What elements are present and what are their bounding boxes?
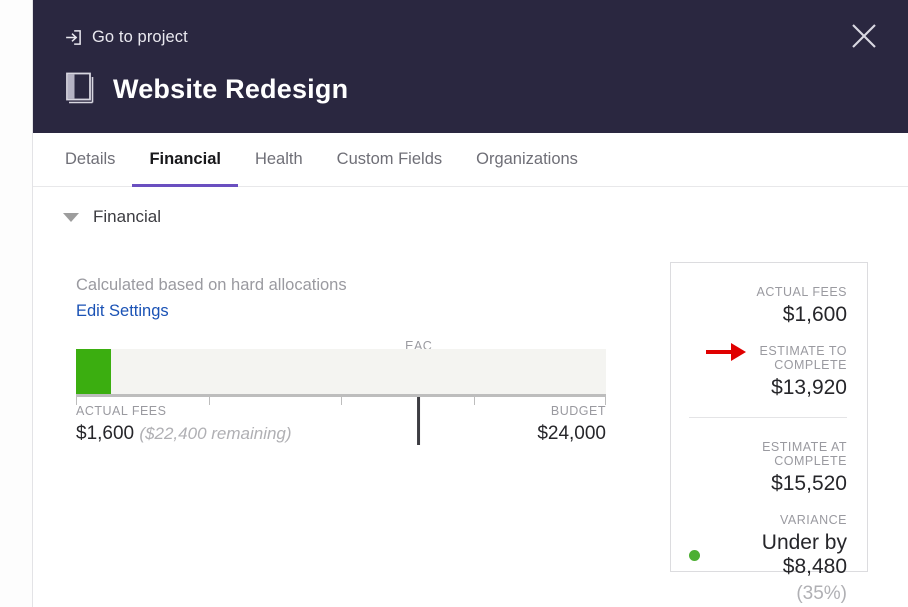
actual-fees-label-group: ACTUAL FEES $1,600 ($22,400 remaining) <box>76 404 292 445</box>
estimate-to-complete-value: $13,920 <box>771 376 847 399</box>
financial-section-header: Financial <box>33 187 908 227</box>
book-icon <box>65 72 95 106</box>
tab-organizations[interactable]: Organizations <box>459 133 595 186</box>
budget-caption: BUDGET <box>550 404 606 418</box>
tab-financial[interactable]: Financial <box>132 133 238 187</box>
tab-details[interactable]: Details <box>65 133 132 186</box>
modal-header: Go to project Website Redesign <box>33 0 908 133</box>
variance-caption: VARIANCE <box>780 513 847 527</box>
variance-percent: (35%) <box>796 583 847 604</box>
estimate-at-complete-caption: ESTIMATE AT COMPLETE <box>762 440 847 468</box>
go-to-project-link[interactable]: Go to project <box>65 28 188 47</box>
budget-bar-track <box>76 349 606 394</box>
edit-settings-link[interactable]: Edit Settings <box>76 302 169 321</box>
financial-summary-card: ACTUAL FEES $1,600 ESTIMATE TO COMPLETE … <box>670 262 868 604</box>
variance-row: Under by $8,480 <box>689 531 847 579</box>
page-title: Website Redesign <box>113 73 349 104</box>
card-divider <box>689 417 847 418</box>
project-detail-modal: Go to project Website Redesign Details F… <box>33 0 908 607</box>
tab-custom-fields[interactable]: Custom Fields <box>320 133 459 186</box>
actual-fees-summary: ACTUAL FEES $1,600 <box>689 285 847 327</box>
variance-value: Under by $8,480 <box>761 531 847 578</box>
budget-value: $24,000 <box>537 423 606 444</box>
budget-bar-chart: EAC $15,520 ACTUAL FEES $1,600 ($22,400 … <box>76 339 606 445</box>
enter-icon <box>65 29 82 46</box>
actual-fees-summary-caption: ACTUAL FEES <box>756 285 847 299</box>
close-icon <box>852 24 876 48</box>
chart-labels: ACTUAL FEES $1,600 ($22,400 remaining) B… <box>76 404 606 445</box>
actual-fees-bar <box>76 349 112 394</box>
actual-fees-value-row: $1,600 ($22,400 remaining) <box>76 423 292 445</box>
remaining-annotation: ($22,400 remaining) <box>139 424 292 443</box>
tab-bar: Details Financial Health Custom Fields O… <box>33 133 908 187</box>
budget-axis <box>76 394 606 405</box>
modal-overlay-gutter[interactable] <box>0 0 33 607</box>
project-title-row: Website Redesign <box>65 72 348 106</box>
estimate-at-complete-summary: ESTIMATE AT COMPLETE $15,520 <box>689 440 847 496</box>
chevron-down-icon[interactable] <box>63 212 79 222</box>
section-title: Financial <box>93 207 162 226</box>
tab-health[interactable]: Health <box>238 133 320 186</box>
actual-fees-value: $1,600 <box>76 423 135 444</box>
estimate-at-complete-value: $15,520 <box>771 472 847 495</box>
actual-fees-caption: ACTUAL FEES <box>76 404 167 418</box>
actual-fees-summary-value: $1,600 <box>782 303 847 326</box>
close-button[interactable] <box>842 14 886 58</box>
go-to-project-label: Go to project <box>92 28 188 46</box>
estimate-to-complete-caption: ESTIMATE TO COMPLETE <box>759 344 847 372</box>
variance-summary: VARIANCE Under by $8,480 (35%) <box>689 513 847 605</box>
budget-label-group: BUDGET $24,000 <box>537 404 606 445</box>
status-badge <box>689 549 700 561</box>
estimate-to-complete-summary: ESTIMATE TO COMPLETE $13,920 <box>689 344 847 400</box>
